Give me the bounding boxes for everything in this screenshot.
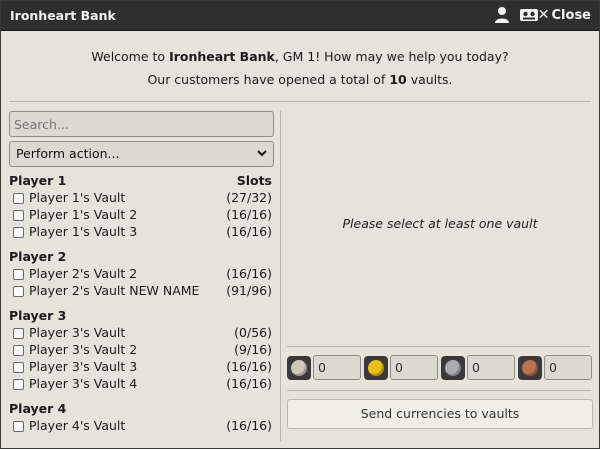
action-select[interactable]: Perform action... [9,141,274,167]
vault-name: Player 1's Vault 3 [29,224,138,239]
player-group-header: Player 1 Slots [9,173,274,190]
search-input[interactable] [9,111,274,137]
player-group-header: Player 4 [9,401,274,418]
window-title: Ironheart Bank [10,8,116,23]
vault-checkbox[interactable] [13,362,24,373]
vault-checkbox[interactable] [13,328,24,339]
divider [287,346,591,347]
vault-name: Player 3's Vault [29,325,126,340]
vault-checkbox[interactable] [13,193,24,204]
welcome-line-2: Our customers have opened a total of 10 … [147,72,453,87]
gold-coin-icon [364,356,388,380]
vault-name: Player 1's Vault 2 [29,207,138,222]
vault-row[interactable]: Player 1's Vault 3 (16/16) [9,224,274,241]
vault-row[interactable]: Player 3's Vault 4 (16/16) [9,376,274,393]
coin-face [368,360,384,376]
currency-amount-input[interactable]: 0 [467,355,515,380]
vault-slots: (0/56) [234,325,272,340]
vault-slots: (9/16) [234,342,272,357]
divider [287,390,591,391]
chevron-down-icon [257,146,267,157]
close-icon: ✕ [537,7,550,23]
vault-row[interactable]: Player 4's Vault (16/16) [9,418,274,435]
platinum-coin-icon [287,356,311,380]
vault-list: Player 1 Slots Player 1's Vault (27/32) Play… [9,173,274,435]
vault-row[interactable]: Player 3's Vault (0/56) [9,325,274,342]
vault-slots: (27/32) [226,190,272,205]
coin-face [445,360,461,376]
vault-checkbox[interactable] [13,286,24,297]
coin-face [522,360,538,376]
user-icon[interactable] [493,6,511,24]
player-name: Player 1 [9,173,67,188]
vault-checkbox[interactable] [13,421,24,432]
vault-row[interactable]: Player 3's Vault 3 (16/16) [9,359,274,376]
vault-row[interactable]: Player 3's Vault 2 (9/16) [9,342,274,359]
divider [9,101,591,102]
vault-name: Player 1's Vault [29,190,126,205]
vault-slots: (91/96) [226,283,272,298]
copper-coin-icon [518,356,542,380]
vault-row[interactable]: Player 1's Vault 2 (16/16) [9,207,274,224]
vault-slots: (16/16) [226,359,272,374]
slots-column-header: Slots [236,173,272,188]
vault-name: Player 3's Vault 3 [29,359,138,374]
vault-row[interactable]: Player 1's Vault (27/32) [9,190,274,207]
close-button[interactable]: ✕ Close [538,7,591,23]
players-icon[interactable] [519,6,539,24]
vault-checkbox[interactable] [13,210,24,221]
bank-window: Ironheart Bank ✕ Close Welcome to Ironhea… [0,0,600,449]
vault-checkbox[interactable] [13,269,24,280]
vault-name: Player 2's Vault 2 [29,266,138,281]
vault-row[interactable]: Player 2's Vault 2 (16/16) [9,266,274,283]
player-group-header: Player 2 [9,249,274,266]
panel-divider [280,111,281,441]
vault-slots: (16/16) [226,207,272,222]
bank-name: Ironheart Bank [169,49,275,64]
vault-name: Player 3's Vault 2 [29,342,138,357]
empty-selection-message: Please select at least one vault [342,216,538,231]
currency-amount-input[interactable]: 0 [544,355,592,380]
vault-name: Player 4's Vault [29,418,126,433]
window-titlebar[interactable]: Ironheart Bank ✕ Close [1,1,599,31]
vault-slots: (16/16) [226,418,272,433]
welcome-message: Welcome to Ironheart Bank, GM 1! How may… [1,45,599,91]
silver-coin-icon [441,356,465,380]
player-name: Player 3 [9,308,67,323]
player-name: Player 2 [9,249,67,264]
send-currencies-button[interactable]: Send currencies to vaults [287,399,593,429]
vault-checkbox[interactable] [13,379,24,390]
vault-name: Player 2's Vault NEW NAME [29,283,200,298]
vault-checkbox[interactable] [13,227,24,238]
vault-slots: (16/16) [226,266,272,281]
player-name: Player 4 [9,401,67,416]
vault-row[interactable]: Player 2's Vault NEW NAME (91/96) [9,283,274,300]
vault-checkbox[interactable] [13,345,24,356]
coin-face [291,360,307,376]
vault-count: 10 [389,72,407,87]
vault-slots: (16/16) [226,224,272,239]
currency-amount-input[interactable]: 0 [390,355,438,380]
welcome-line-1: Welcome to Ironheart Bank, GM 1! How may… [91,49,509,64]
vault-name: Player 3's Vault 4 [29,376,138,391]
currency-amount-input[interactable]: 0 [313,355,361,380]
player-group-header: Player 3 [9,308,274,325]
vault-slots: (16/16) [226,376,272,391]
